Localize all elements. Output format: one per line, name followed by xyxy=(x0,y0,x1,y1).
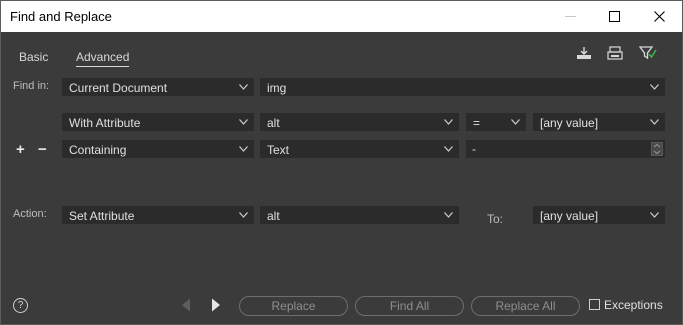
to-value-dropdown[interactable]: [any value] xyxy=(533,206,665,224)
remove-condition-button[interactable]: − xyxy=(38,141,47,158)
maximize-icon xyxy=(608,11,620,22)
text-field-dropdown[interactable]: Text xyxy=(260,140,459,158)
find-replace-dialog: Find and Replace Basic Advanced Find in:… xyxy=(0,0,683,325)
previous-arrow-icon[interactable] xyxy=(181,298,191,312)
find-all-button[interactable]: Find All xyxy=(355,296,464,316)
chevron-down-icon xyxy=(239,84,248,90)
attribute-value-text: [any value] xyxy=(540,116,599,130)
spinner-icon[interactable] xyxy=(651,142,663,156)
find-in-label: Find in: xyxy=(13,80,50,92)
exceptions-checkbox[interactable] xyxy=(589,299,600,310)
chevron-down-icon xyxy=(511,119,520,125)
replace-button[interactable]: Replace xyxy=(239,296,348,316)
operator-dropdown[interactable]: = xyxy=(466,113,526,131)
close-icon xyxy=(653,11,665,22)
containing-text-input[interactable]: - xyxy=(466,140,665,158)
tab-advanced[interactable]: Advanced xyxy=(76,50,130,67)
chevron-down-icon xyxy=(444,146,453,152)
attribute-value-dropdown[interactable]: [any value] xyxy=(533,113,665,131)
to-label: To: xyxy=(487,212,504,226)
tag-dropdown[interactable]: img xyxy=(260,78,665,96)
exceptions-label[interactable]: Exceptions xyxy=(604,298,663,312)
chevron-down-icon xyxy=(650,84,659,90)
next-arrow-icon[interactable] xyxy=(211,298,221,312)
save-query-icon[interactable] xyxy=(575,44,593,62)
maximize-button[interactable] xyxy=(591,1,637,32)
window-title: Find and Replace xyxy=(10,9,112,24)
text-field-value: Text xyxy=(267,143,290,157)
action-type-dropdown[interactable]: Set Attribute xyxy=(62,206,254,224)
find-in-scope-dropdown[interactable]: Current Document xyxy=(62,78,254,96)
containing-dropdown[interactable]: Containing xyxy=(62,140,254,158)
action-attribute-value: alt xyxy=(267,209,280,223)
chevron-down-icon xyxy=(239,146,248,152)
to-value-text: [any value] xyxy=(540,209,599,223)
attribute-dropdown[interactable]: alt xyxy=(260,113,459,131)
title-bar: Find and Replace xyxy=(1,1,682,32)
chevron-down-icon xyxy=(444,212,453,218)
replace-all-button[interactable]: Replace All xyxy=(471,296,580,316)
chevron-down-icon xyxy=(650,119,659,125)
close-button[interactable] xyxy=(636,1,682,32)
load-query-icon[interactable] xyxy=(606,44,624,62)
tag-value: img xyxy=(267,81,287,95)
containing-text-value: - xyxy=(472,142,476,156)
chevron-down-icon xyxy=(444,119,453,125)
condition-type-dropdown[interactable]: With Attribute xyxy=(62,113,254,131)
action-type-value: Set Attribute xyxy=(69,209,135,223)
add-condition-button[interactable]: + xyxy=(16,141,25,158)
tab-basic[interactable]: Basic xyxy=(19,50,48,64)
action-label: Action: xyxy=(13,208,47,220)
chevron-down-icon xyxy=(650,212,659,218)
operator-value: = xyxy=(473,116,481,130)
chevron-down-icon xyxy=(239,212,248,218)
help-button[interactable]: ? xyxy=(13,298,28,313)
condition-type-value: With Attribute xyxy=(69,116,141,130)
attribute-value: alt xyxy=(267,116,280,130)
find-in-scope-value: Current Document xyxy=(69,81,168,95)
help-icon: ? xyxy=(17,300,24,311)
action-attribute-dropdown[interactable]: alt xyxy=(260,206,459,224)
minimize-icon xyxy=(564,15,576,17)
minimize-button[interactable] xyxy=(547,1,593,32)
clear-filter-icon[interactable] xyxy=(639,44,657,62)
chevron-down-icon xyxy=(239,119,248,125)
containing-value: Containing xyxy=(69,143,127,157)
